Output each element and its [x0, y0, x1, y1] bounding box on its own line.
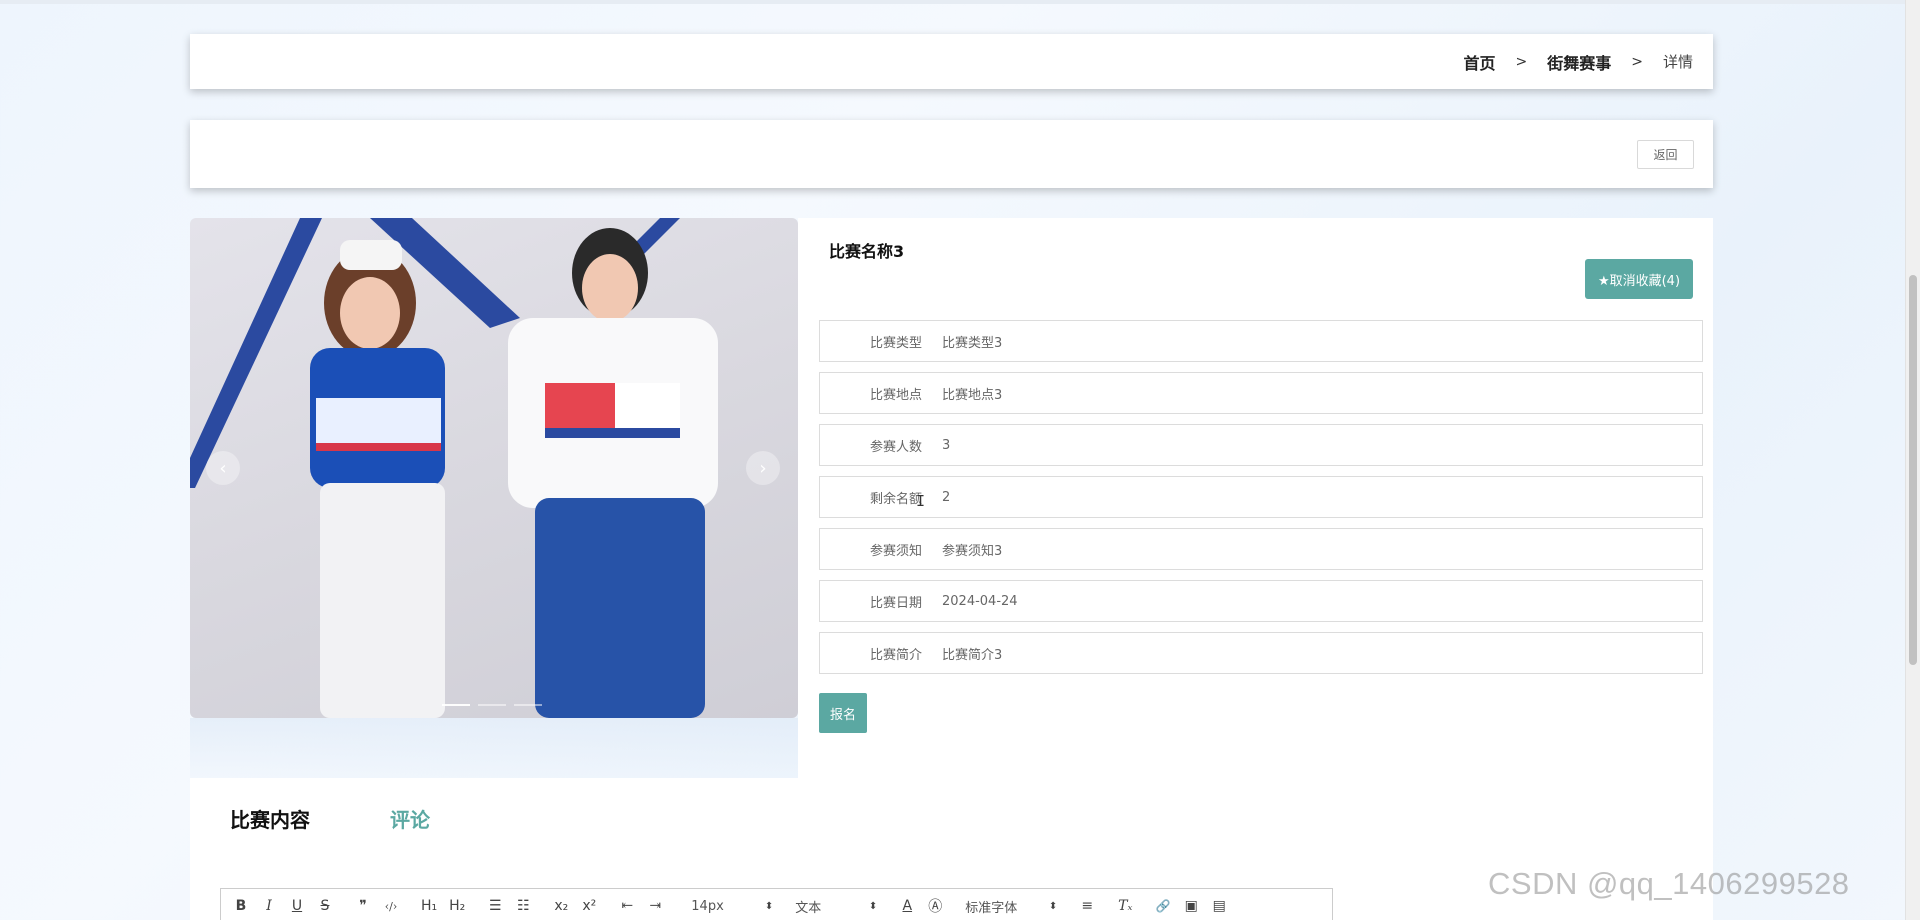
action-bar: 返回	[190, 120, 1713, 188]
editor-toolbar: B I U S ❞ ‹/› H₁ H₂ ☰ ☷ x₂ x² ⇤ ⇥ 14px ⬍…	[220, 888, 1333, 920]
carousel-indicator[interactable]	[514, 704, 542, 706]
heading-1-button[interactable]: H₁	[421, 898, 437, 914]
indent-icon[interactable]: ⇥	[647, 898, 663, 914]
bullet-list-icon[interactable]: ☷	[515, 898, 531, 914]
field-value: 比赛类型3	[942, 335, 1003, 351]
field-competition-date: 比赛日期 2024-04-24	[819, 580, 1703, 622]
breadcrumb: 首页 > 街舞赛事 > 详情	[1463, 34, 1693, 89]
clear-format-icon[interactable]: Tₓ	[1117, 898, 1133, 914]
text-cursor-icon: I	[916, 492, 926, 510]
field-participant-count: 参赛人数 3	[819, 424, 1703, 466]
field-label: 比赛简介	[869, 647, 922, 663]
header-value: 文本	[795, 900, 822, 916]
carousel-indicators	[442, 704, 542, 706]
subscript-button[interactable]: x₂	[553, 898, 569, 914]
scrollbar-thumb[interactable]	[1909, 275, 1917, 665]
font-color-icon[interactable]: A	[899, 898, 915, 914]
field-value: 2	[942, 489, 951, 505]
header-select[interactable]: 文本 ⬍	[795, 897, 877, 916]
carousel-image	[190, 218, 718, 718]
link-icon[interactable]: 🔗	[1155, 899, 1171, 913]
outdent-icon[interactable]: ⇤	[619, 898, 635, 914]
align-icon[interactable]: ≡	[1079, 898, 1095, 914]
field-competition-type: 比赛类型 比赛类型3	[819, 320, 1703, 362]
breadcrumb-current: 详情	[1662, 53, 1693, 71]
field-remaining-slots: 剩余名额 2	[819, 476, 1703, 518]
carousel-next-button[interactable]: ›	[746, 451, 780, 485]
breadcrumb-bar: 首页 > 街舞赛事 > 详情	[190, 34, 1713, 89]
field-competition-summary: 比赛简介 比赛简介3	[819, 632, 1703, 674]
superscript-button[interactable]: x²	[581, 898, 597, 914]
top-divider	[0, 0, 1920, 4]
breadcrumb-separator: >	[1631, 53, 1643, 70]
carousel-indicator[interactable]	[478, 704, 506, 706]
heading-2-button[interactable]: H₂	[449, 898, 465, 914]
back-button[interactable]: 返回	[1637, 140, 1694, 169]
underline-button[interactable]: U	[289, 898, 305, 914]
field-label: 参赛须知	[869, 543, 922, 559]
ordered-list-icon[interactable]: ☰	[487, 898, 503, 914]
font-family-select[interactable]: 标准字体 ⬍	[965, 897, 1057, 916]
competition-title: 比赛名称3	[829, 242, 905, 261]
field-value: 比赛简介3	[942, 647, 1003, 663]
field-label: 比赛地点	[869, 387, 922, 403]
field-label: 比赛日期	[869, 595, 922, 611]
content-section: 比赛内容 评论 B I U S ❞ ‹/› H₁ H₂ ☰ ☷ x₂ x² ⇤ …	[190, 778, 1713, 920]
quote-icon[interactable]: ❞	[355, 898, 371, 914]
carousel-indicator[interactable]	[442, 704, 470, 706]
field-value: 参赛须知3	[942, 543, 1003, 559]
italic-button[interactable]: I	[261, 898, 277, 914]
tab-comments[interactable]: 评论	[390, 804, 430, 833]
unfavorite-button[interactable]: ★取消收藏(4)	[1585, 259, 1693, 299]
background-color-icon[interactable]: Ⓐ	[927, 896, 943, 916]
image-icon[interactable]: ▣	[1183, 898, 1199, 914]
select-arrows-icon: ⬍	[1048, 900, 1058, 912]
field-participation-notice: 参赛须知 参赛须知3	[819, 528, 1703, 570]
signup-button[interactable]: 报名	[819, 693, 867, 733]
strike-button[interactable]: S	[317, 898, 333, 914]
field-value: 3	[942, 437, 951, 453]
watermark: CSDN @qq_1406299528	[1488, 866, 1850, 901]
breadcrumb-section-link[interactable]: 街舞赛事	[1547, 50, 1611, 74]
carousel-prev-button[interactable]: ‹	[206, 451, 240, 485]
carousel-backdrop	[190, 718, 798, 778]
field-value: 比赛地点3	[942, 387, 1003, 403]
breadcrumb-home-link[interactable]: 首页	[1463, 50, 1495, 74]
breadcrumb-separator: >	[1515, 53, 1528, 70]
select-arrows-icon: ⬍	[868, 900, 878, 912]
field-value: 2024-04-24	[942, 593, 1018, 609]
font-family-value: 标准字体	[965, 900, 1018, 916]
field-label: 剩余名额	[869, 491, 922, 507]
image-carousel[interactable]: ‹ ›	[190, 218, 798, 718]
field-label: 比赛类型	[869, 335, 922, 351]
code-icon[interactable]: ‹/›	[383, 900, 399, 913]
scrollbar[interactable]	[1905, 0, 1920, 920]
select-arrows-icon: ⬍	[764, 900, 774, 912]
font-size-select[interactable]: 14px ⬍	[691, 899, 773, 914]
field-competition-location: 比赛地点 比赛地点3	[819, 372, 1703, 414]
video-icon[interactable]: ▤	[1211, 898, 1227, 914]
font-size-value: 14px	[691, 898, 724, 914]
bold-button[interactable]: B	[233, 898, 249, 914]
detail-panel: 比赛名称3 ★取消收藏(4) 比赛类型 比赛类型3 比赛地点 比赛地点3 参赛人…	[798, 218, 1713, 778]
field-label: 参赛人数	[869, 439, 922, 455]
tab-competition-content[interactable]: 比赛内容	[230, 804, 310, 833]
